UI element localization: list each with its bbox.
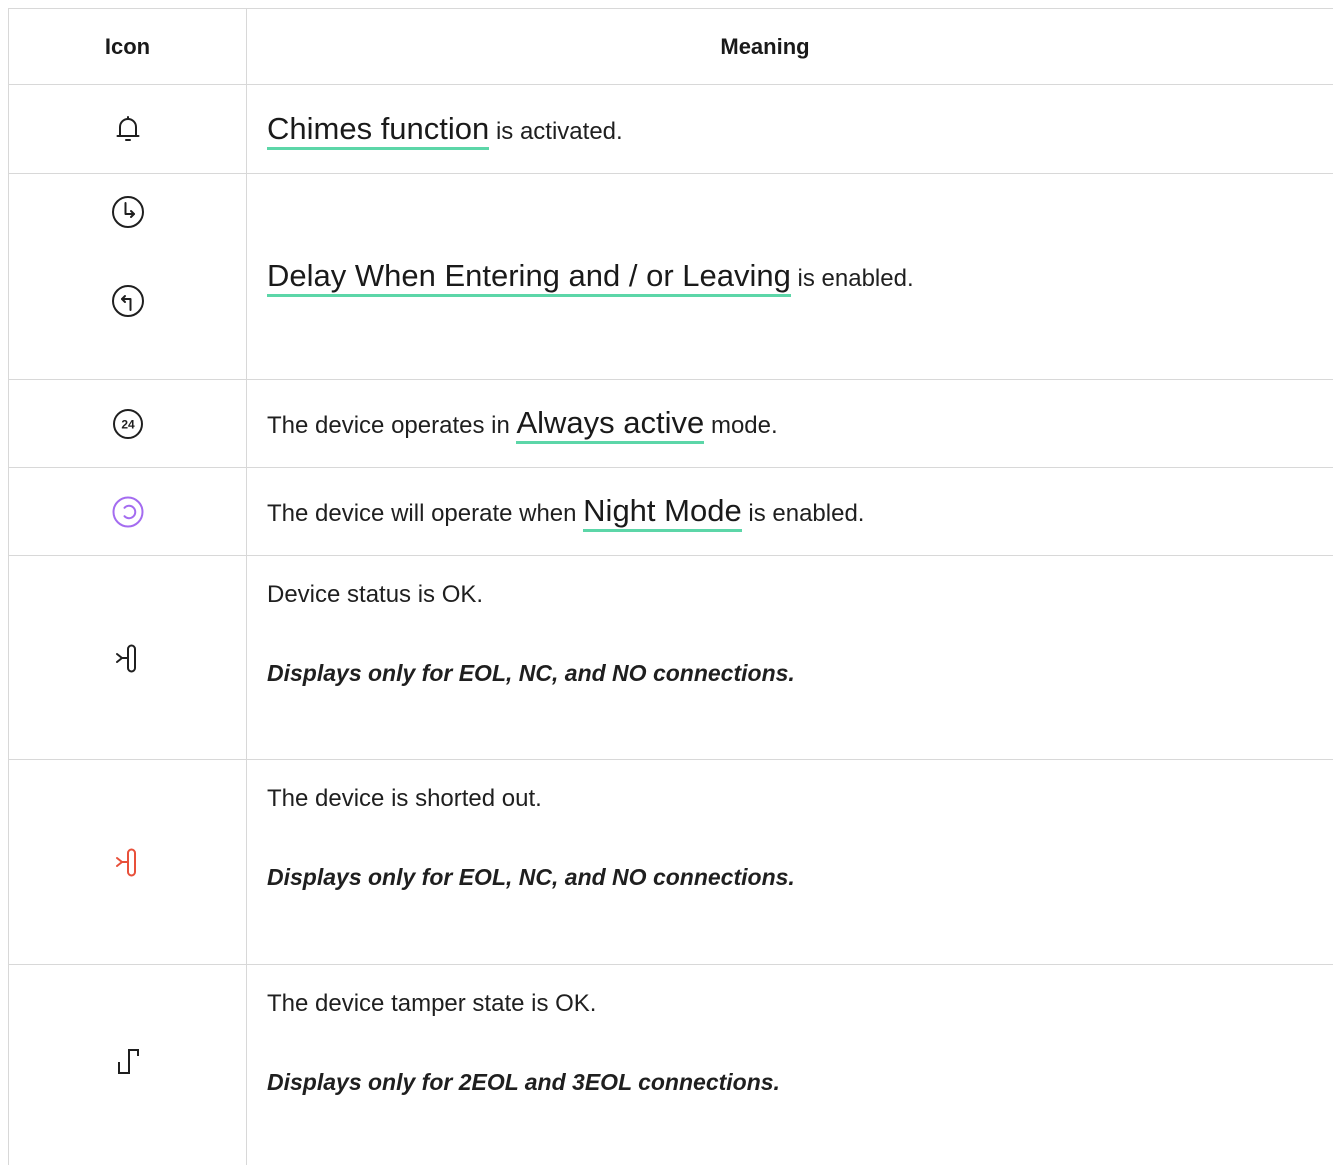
entry-exit-delay-link[interactable]: Delay When Entering and / or Leaving [267, 258, 791, 298]
table-row: The device tamper state is OK. Displays … [8, 965, 1333, 1165]
icon-cell [8, 468, 247, 555]
meaning-cell: The device tamper state is OK. Displays … [247, 965, 1333, 1165]
meaning-cell: The device is shorted out. Displays only… [247, 760, 1333, 964]
header-icon-column: Icon [8, 9, 247, 84]
table-row: The device is shorted out. Displays only… [8, 760, 1333, 965]
status-text: The device is shorted out. [267, 785, 542, 812]
device-shorted-icon [113, 845, 143, 879]
meaning-cell: The device will operate when Night Mode … [247, 468, 1333, 555]
table-row: The device will operate when Night Mode … [8, 468, 1333, 556]
table-row: 24 The device operates in Always active … [8, 380, 1333, 468]
bell-icon [115, 114, 141, 144]
table-header-row: Icon Meaning [8, 8, 1333, 85]
header-meaning-column: Meaning [720, 33, 810, 59]
meaning-prefix: The device will operate when [267, 500, 584, 528]
connection-note: Displays only for 2EOL and 3EOL connecti… [267, 1069, 780, 1095]
meaning-suffix: is activated. [489, 117, 623, 145]
connection-note: Displays only for EOL, NC, and NO connec… [267, 660, 795, 686]
meaning-prefix: The device operates in [267, 412, 517, 440]
meaning-suffix: is enabled. [790, 265, 914, 293]
clock-leave-icon [108, 281, 148, 321]
icon-cell [8, 965, 247, 1165]
connection-note: Displays only for EOL, NC, and NO connec… [267, 864, 795, 890]
table-row: Chimes function is activated. [8, 85, 1333, 174]
always-active-link[interactable]: Always active [516, 405, 705, 445]
meaning-suffix: is enabled. [741, 500, 865, 528]
always-active-24-icon: 24 [112, 408, 144, 440]
meaning-cell: The device operates in Always active mod… [247, 380, 1333, 467]
meaning-cell: Device status is OK. Displays only for E… [247, 556, 1333, 759]
meaning-cell: Delay When Entering and / or Leaving is … [247, 174, 1333, 379]
svg-text:24: 24 [121, 417, 135, 431]
icon-cell [8, 760, 247, 964]
tamper-ok-icon [113, 1042, 143, 1076]
meaning-cell: Chimes function is activated. [247, 85, 1333, 173]
status-text: The device tamper state is OK. [267, 990, 597, 1017]
table-row: Delay When Entering and / or Leaving is … [8, 174, 1333, 380]
device-status-ok-icon [113, 641, 143, 675]
meaning-suffix: mode. [704, 412, 778, 440]
chimes-function-link[interactable]: Chimes function [267, 110, 490, 150]
night-mode-icon [111, 495, 145, 529]
table-row: Device status is OK. Displays only for E… [8, 556, 1333, 760]
icon-cell [8, 85, 247, 173]
icons-table: Icon Meaning Chimes function is activate… [8, 8, 1333, 1165]
icon-cell [8, 174, 247, 379]
status-text: Device status is OK. [267, 581, 484, 608]
icon-cell: 24 [8, 380, 247, 467]
night-mode-link[interactable]: Night Mode [583, 493, 742, 533]
icon-cell [8, 556, 247, 759]
clock-enter-icon [108, 192, 148, 232]
